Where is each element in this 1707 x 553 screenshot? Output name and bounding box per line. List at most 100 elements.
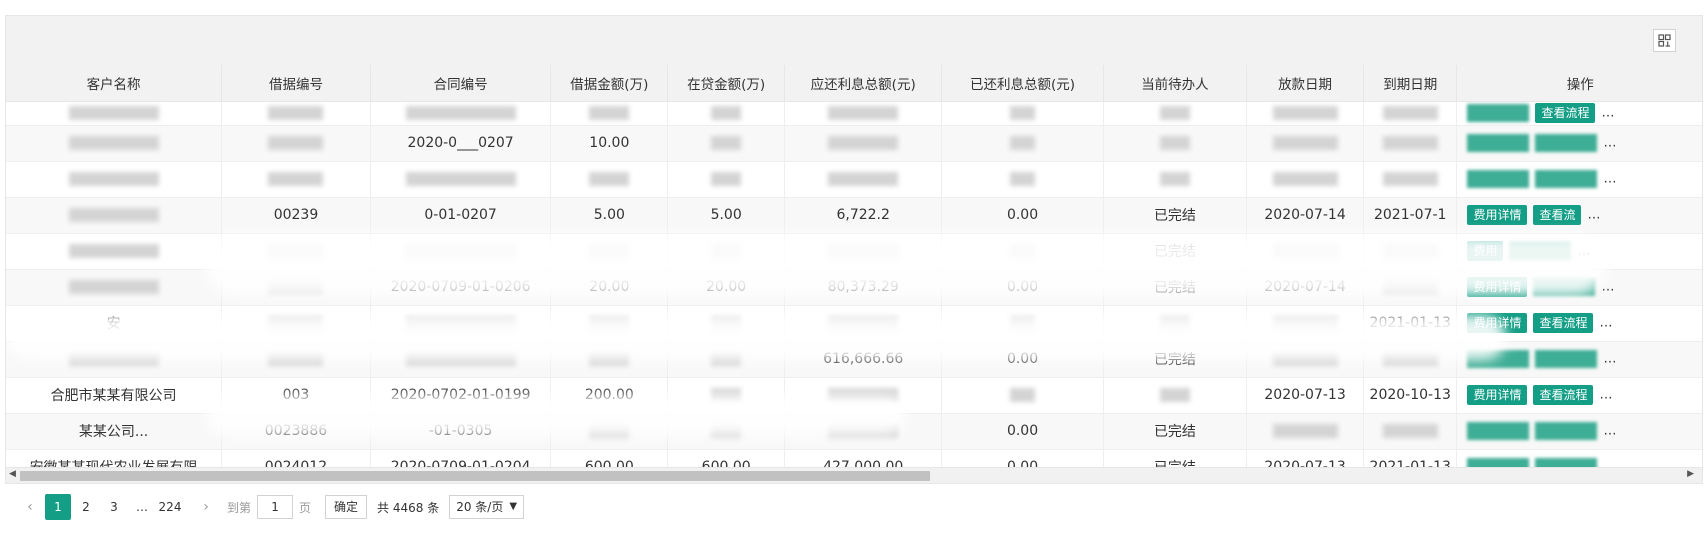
redacted-value bbox=[1382, 172, 1438, 186]
redacted-value bbox=[1382, 136, 1438, 150]
fee-details-button[interactable]: 费用详情 bbox=[1467, 385, 1528, 405]
page-1-button[interactable]: 1 bbox=[45, 494, 71, 520]
horizontal-scrollbar[interactable]: ◀ ▶ bbox=[5, 467, 1703, 484]
redacted-action-button[interactable] bbox=[1535, 422, 1598, 440]
redaction-smear bbox=[206, 235, 1606, 295]
redacted-action-button[interactable] bbox=[1467, 104, 1530, 122]
more-actions-icon[interactable]: … bbox=[1599, 316, 1612, 331]
redacted-action-button[interactable] bbox=[1467, 134, 1530, 152]
redacted-value bbox=[68, 106, 159, 120]
more-actions-icon[interactable]: … bbox=[1603, 424, 1616, 439]
column-header: 借据金额(万) bbox=[550, 65, 669, 102]
table-cell: 某某公司... bbox=[6, 413, 223, 450]
more-actions-icon[interactable]: … bbox=[1601, 106, 1614, 121]
table-cell bbox=[784, 161, 943, 198]
redacted-value bbox=[1272, 136, 1338, 150]
page-unit-label: 页 bbox=[299, 500, 312, 515]
table-cell: 5.00 bbox=[667, 197, 786, 234]
next-page-button[interactable]: › bbox=[193, 494, 219, 520]
table-cell bbox=[1363, 413, 1458, 450]
table-cell bbox=[1103, 377, 1248, 414]
page-224-button[interactable]: 224 bbox=[157, 494, 183, 520]
page-size-select[interactable]: 20 条/页 ▼ bbox=[449, 495, 525, 519]
redacted-value bbox=[589, 106, 630, 120]
more-actions-icon[interactable]: … bbox=[1603, 172, 1616, 187]
table-cell: 合肥市某某有限公司 bbox=[6, 377, 223, 414]
table-cell bbox=[784, 101, 943, 126]
view-process-button[interactable]: 查看流 bbox=[1533, 205, 1582, 225]
column-header: 合同编号 bbox=[370, 65, 552, 102]
redacted-action-button[interactable] bbox=[1535, 134, 1598, 152]
page-2-button[interactable]: 2 bbox=[73, 494, 99, 520]
table-cell bbox=[221, 101, 371, 126]
more-actions-icon[interactable]: … bbox=[1599, 388, 1612, 403]
column-filter-button[interactable] bbox=[1653, 29, 1676, 52]
redacted-value bbox=[68, 136, 159, 150]
column-header: 放款日期 bbox=[1246, 65, 1364, 102]
grid-icon bbox=[1658, 34, 1671, 47]
table-cell bbox=[1363, 125, 1458, 162]
redacted-value bbox=[68, 208, 159, 222]
table-cell bbox=[1103, 101, 1248, 126]
table-cell bbox=[370, 161, 552, 198]
redacted-value bbox=[268, 106, 324, 120]
redacted-value bbox=[1382, 106, 1438, 120]
table-cell bbox=[1363, 161, 1458, 198]
table-cell bbox=[1103, 161, 1248, 198]
scroll-left-icon[interactable]: ◀ bbox=[9, 469, 16, 479]
table-row[interactable]: 查看流程 … bbox=[6, 101, 1702, 126]
table-cell bbox=[941, 125, 1104, 162]
page-size-value: 20 条/页 bbox=[456, 500, 504, 514]
table-row[interactable]: … bbox=[6, 161, 1702, 198]
view-process-button[interactable]: 查看流程 bbox=[1535, 103, 1596, 123]
loan-table-container[interactable]: 客户名称 借据编号 合同编号 借据金额(万) 在贷金额(万) 应还利息总额(元) 已还利息总… bbox=[5, 65, 1703, 483]
redacted-value bbox=[268, 136, 324, 150]
redacted-action-button[interactable] bbox=[1467, 422, 1530, 440]
actions-cell: … bbox=[1456, 161, 1702, 198]
scrollbar-thumb[interactable] bbox=[20, 471, 930, 481]
redacted-action-button[interactable] bbox=[1535, 350, 1598, 368]
more-actions-icon[interactable]: … bbox=[1587, 208, 1600, 223]
redacted-value bbox=[1272, 172, 1338, 186]
redacted-value bbox=[1159, 388, 1190, 402]
table-cell: 6,722.2 bbox=[784, 197, 943, 234]
actions-cell: … bbox=[1456, 125, 1702, 162]
redacted-value bbox=[711, 106, 742, 120]
scroll-right-icon[interactable]: ▶ bbox=[1687, 469, 1694, 479]
redacted-value bbox=[68, 280, 159, 294]
column-header: 到期日期 bbox=[1363, 65, 1458, 102]
redacted-value bbox=[1010, 172, 1036, 186]
actions-cell: 费用详情 查看流 … bbox=[1456, 197, 1702, 234]
redacted-action-button[interactable] bbox=[1467, 170, 1530, 188]
redacted-action-button[interactable] bbox=[1535, 170, 1598, 188]
table-cell bbox=[941, 161, 1104, 198]
view-process-button[interactable]: 查看流程 bbox=[1533, 385, 1594, 405]
table-row[interactable]: 00239 0-01-0207 5.00 5.00 6,722.2 0.00 已完结 2020… bbox=[6, 197, 1702, 234]
table-cell: 2020-10-13 bbox=[1363, 377, 1458, 414]
prev-page-button[interactable]: ‹ bbox=[17, 494, 43, 520]
pagination: ‹ 1 2 3 … 224 › 到第 1 页 确定 共 4468 条 20 条/… bbox=[17, 493, 525, 521]
view-process-button[interactable]: 查看流程 bbox=[1533, 313, 1594, 333]
table-row[interactable]: 2020-0___0207 10.00… bbox=[6, 125, 1702, 162]
actions-cell: 费用详情查看流程 … bbox=[1456, 377, 1702, 414]
table-cell bbox=[667, 101, 786, 126]
more-actions-icon[interactable]: … bbox=[1601, 280, 1614, 295]
table-cell: 10.00 bbox=[550, 125, 669, 162]
table-cell bbox=[550, 101, 669, 126]
column-header: 操作 bbox=[1456, 65, 1702, 102]
redacted-value bbox=[405, 106, 516, 120]
page-3-button[interactable]: 3 bbox=[101, 494, 127, 520]
more-actions-icon[interactable]: … bbox=[1603, 352, 1616, 367]
fee-details-button[interactable]: 费用详情 bbox=[1467, 205, 1528, 225]
table-cell bbox=[6, 101, 223, 126]
table-cell: 2020-07-13 bbox=[1246, 377, 1364, 414]
table-cell bbox=[941, 377, 1104, 414]
redacted-value bbox=[1159, 106, 1190, 120]
goto-confirm-button[interactable]: 确定 bbox=[325, 495, 368, 519]
goto-page-input[interactable]: 1 bbox=[257, 495, 294, 519]
table-cell bbox=[6, 125, 223, 162]
redacted-value bbox=[828, 136, 899, 150]
data-table-panel: 客户名称 借据编号 合同编号 借据金额(万) 在贷金额(万) 应还利息总额(元) 已还利息总… bbox=[5, 15, 1703, 553]
table-cell bbox=[1246, 413, 1364, 450]
more-actions-icon[interactable]: … bbox=[1603, 136, 1616, 151]
